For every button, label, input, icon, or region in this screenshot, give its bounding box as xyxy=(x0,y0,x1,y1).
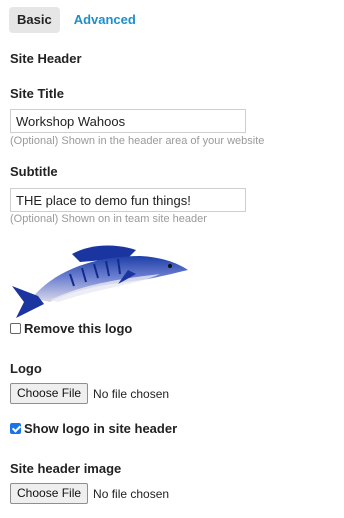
subtitle-label: Subtitle xyxy=(10,164,58,179)
show-logo-label: Show logo in site header xyxy=(24,421,178,436)
header-image-file-picker: Choose File No file chosen xyxy=(10,483,169,504)
remove-logo-label: Remove this logo xyxy=(24,321,133,336)
site-title-input[interactable] xyxy=(10,109,246,133)
header-image-label: Site header image xyxy=(10,461,122,476)
site-title-label: Site Title xyxy=(10,86,64,101)
wahoo-fish-logo-image xyxy=(12,245,188,318)
subtitle-input[interactable] xyxy=(10,188,246,212)
logo-label: Logo xyxy=(10,361,42,376)
tab-basic[interactable]: Basic xyxy=(9,7,60,33)
logo-file-status: No file chosen xyxy=(93,386,170,401)
settings-tabs: Basic Advanced xyxy=(9,7,144,33)
header-image-choose-file-button[interactable]: Choose File xyxy=(10,483,89,504)
site-title-help: (Optional) Shown in the header area of y… xyxy=(10,135,265,147)
logo-file-picker: Choose File No file chosen xyxy=(10,383,169,404)
logo-choose-file-button[interactable]: Choose File xyxy=(10,383,89,404)
tab-advanced[interactable]: Advanced xyxy=(66,7,144,33)
remove-logo-checkbox[interactable] xyxy=(10,323,21,334)
show-logo-row[interactable]: Show logo in site header xyxy=(10,421,177,436)
section-title: Site Header xyxy=(10,51,82,66)
show-logo-checkbox[interactable] xyxy=(10,423,21,434)
subtitle-help: (Optional) Shown on in team site header xyxy=(10,213,207,225)
remove-logo-row[interactable]: Remove this logo xyxy=(10,321,132,336)
header-image-file-status: No file chosen xyxy=(93,486,170,501)
